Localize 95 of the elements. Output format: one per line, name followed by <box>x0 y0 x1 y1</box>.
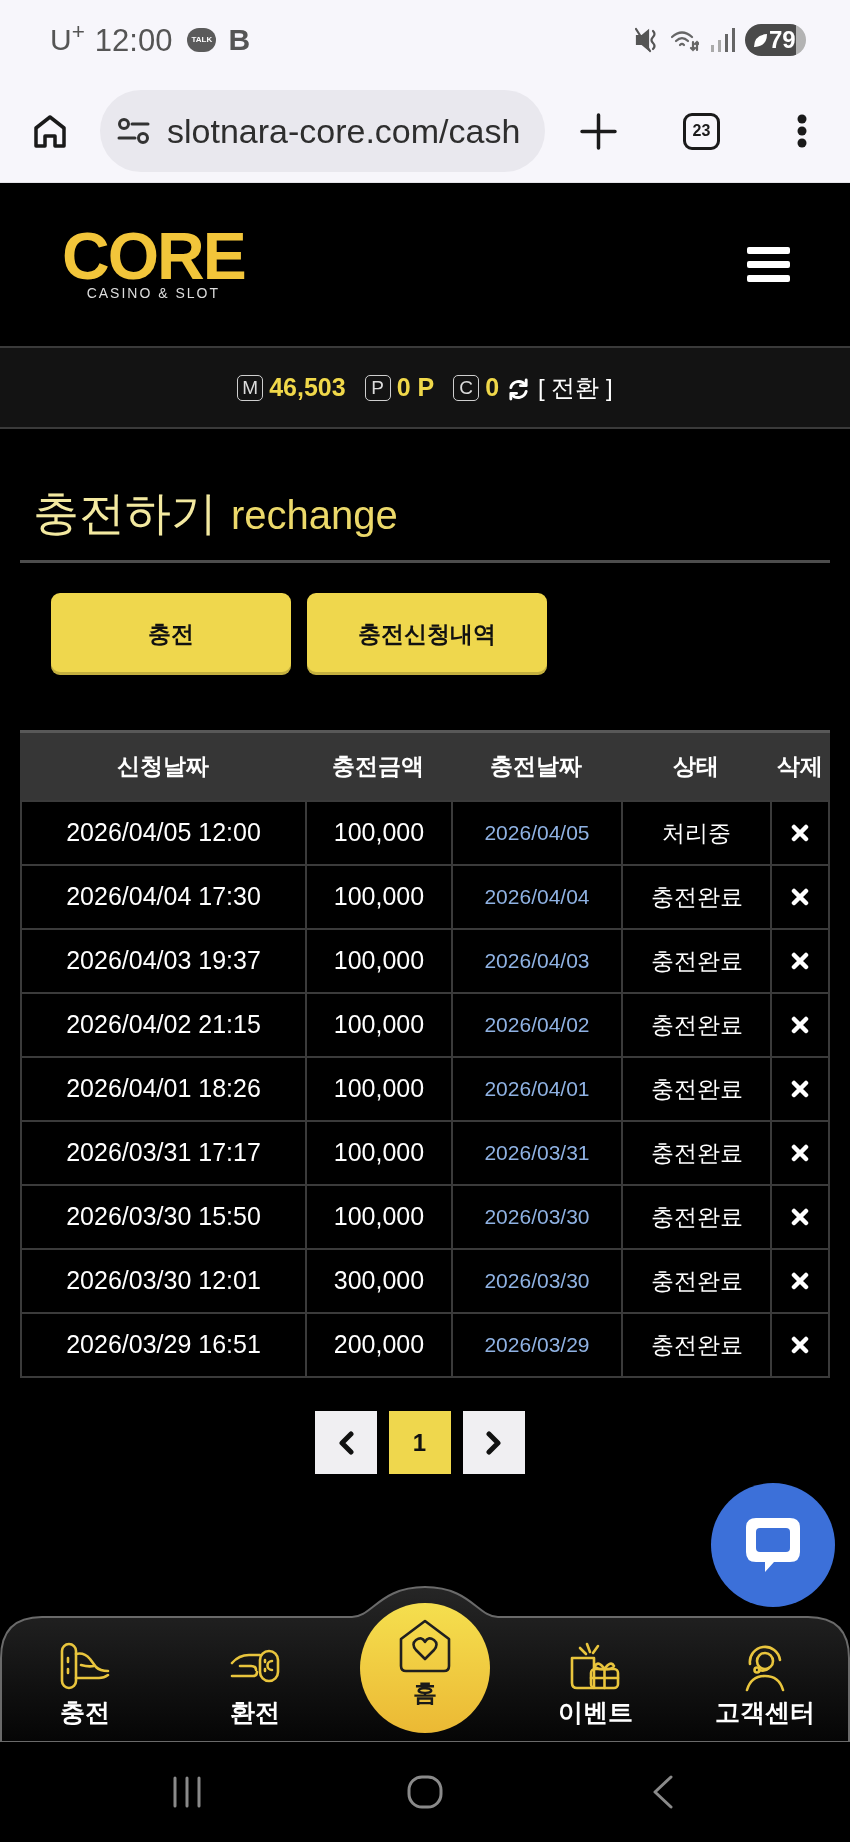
balance-amount: 46,503 <box>269 375 346 400</box>
table-cell: 2026/04/02 <box>453 994 621 1056</box>
balance-amount: 0 P <box>396 375 435 400</box>
talk-badge: TALK <box>187 28 217 52</box>
table-cell: 2026/04/02 21:15 <box>22 994 305 1056</box>
table-cell: 2026/03/30 12:01 <box>22 1250 305 1312</box>
table-cell: 2026/04/04 <box>453 866 621 928</box>
delete-icon[interactable] <box>791 1208 809 1226</box>
table-cell: 2026/03/30 15:50 <box>22 1186 305 1248</box>
chevron-left-icon <box>337 1430 354 1455</box>
delete-icon[interactable] <box>791 952 809 970</box>
table-cell: 2026/04/05 12:00 <box>22 802 305 864</box>
wifi-icon <box>671 28 699 52</box>
table-cell: 충전완료 <box>623 994 770 1056</box>
table-cell: 100,000 <box>307 802 451 864</box>
table-cell: 2026/03/29 16:51 <box>22 1314 305 1376</box>
table-cell: 100,000 <box>307 1122 451 1184</box>
site-settings-icon[interactable] <box>117 118 150 144</box>
previous-page-button[interactable] <box>314 1411 377 1474</box>
delete-icon[interactable] <box>791 1144 809 1162</box>
table-cell: 2026/04/01 18:26 <box>22 1058 305 1120</box>
column-header: 삭제 <box>777 755 823 778</box>
currency-badge: M <box>237 374 264 401</box>
leaf-icon <box>753 32 768 48</box>
table-cell: 충전완료 <box>623 866 770 928</box>
table-cell: 2026/04/04 17:30 <box>22 866 305 928</box>
table-cell: 2026/03/30 <box>453 1186 621 1248</box>
table-cell: 충전완료 <box>623 930 770 992</box>
column-header: 상태 <box>672 755 719 778</box>
logo-tagline: CASINO & SLOT <box>86 286 220 300</box>
system-home-icon[interactable] <box>407 1775 443 1809</box>
address-bar[interactable]: slotnara-core.com/cash <box>100 90 545 172</box>
table-cell: 100,000 <box>307 1186 451 1248</box>
table-cell: 2026/03/31 <box>453 1122 621 1184</box>
convert-link[interactable]: [ 전환 ] <box>538 375 613 400</box>
currency-badge: P <box>364 374 391 401</box>
signal-icon <box>711 28 735 52</box>
page-title: 충전하기 <box>33 486 217 541</box>
more-options-icon[interactable] <box>797 114 807 148</box>
page-button[interactable]: 1 <box>388 1411 451 1474</box>
delete-icon[interactable] <box>791 888 809 906</box>
nav-tab[interactable]: 이벤트 <box>557 1640 633 1742</box>
plus-icon[interactable] <box>580 112 617 150</box>
menu-icon[interactable] <box>747 247 790 282</box>
battery-level: 79 <box>769 28 796 52</box>
table-cell: 200,000 <box>307 1314 451 1376</box>
delete-icon[interactable] <box>791 1272 809 1290</box>
refresh-icon[interactable] <box>507 378 531 401</box>
table-cell: 충전완료 <box>623 1122 770 1184</box>
carrier-label: U$^{+}$ <box>50 25 85 55</box>
table-cell: 100,000 <box>307 994 451 1056</box>
hand-coin-icon <box>59 1641 111 1691</box>
table-cell: 2026/03/29 <box>453 1314 621 1376</box>
tab-button[interactable]: 충전 <box>51 593 291 675</box>
table-cell: 충전완료 <box>623 1314 770 1376</box>
table-cell: 처리중 <box>623 802 770 864</box>
table-cell: 100,000 <box>307 1058 451 1120</box>
balance-amount: 0 <box>485 375 500 400</box>
recent-apps-icon[interactable] <box>171 1776 203 1808</box>
table-cell: 충전완료 <box>623 1058 770 1120</box>
table-cell: 2026/04/03 <box>453 930 621 992</box>
clock-time: 12:00 <box>94 24 173 56</box>
table-cell: 2026/03/30 <box>453 1250 621 1312</box>
nav-tab[interactable]: 고객센터 <box>715 1640 815 1742</box>
nav-tab[interactable]: 충전 <box>59 1640 111 1742</box>
tab-count-button[interactable]: 23 <box>683 112 720 150</box>
chat-bubble-icon <box>744 1516 802 1574</box>
nav-tab[interactable]: 환전 <box>229 1640 281 1742</box>
back-icon[interactable] <box>652 1775 674 1809</box>
tab-button[interactable]: 충전신청내역 <box>307 593 547 675</box>
delete-icon[interactable] <box>791 1016 809 1034</box>
delete-icon[interactable] <box>791 824 809 842</box>
delete-icon[interactable] <box>791 1336 809 1354</box>
table-cell: 충전완료 <box>623 1250 770 1312</box>
chevron-right-icon <box>485 1430 502 1455</box>
table-cell: 충전완료 <box>623 1186 770 1248</box>
table-cell: 2026/04/01 <box>453 1058 621 1120</box>
column-header: 충전날짜 <box>490 755 582 778</box>
logo-wordmark[interactable]: CORE <box>62 229 245 283</box>
table-cell: 2026/03/31 17:17 <box>22 1122 305 1184</box>
column-header: 충전금액 <box>332 755 424 778</box>
home-icon[interactable] <box>33 113 67 149</box>
gift-bag-icon <box>568 1640 622 1692</box>
next-page-button[interactable] <box>462 1411 525 1474</box>
currency-badge: C <box>453 374 480 401</box>
column-header: 신청날짜 <box>116 755 209 778</box>
delete-icon[interactable] <box>791 1080 809 1098</box>
speaker-muted-icon <box>635 27 659 53</box>
table-cell: 2026/04/03 19:37 <box>22 930 305 992</box>
table-cell: 300,000 <box>307 1250 451 1312</box>
table-cell: 100,000 <box>307 930 451 992</box>
notification-letter: B <box>228 25 251 55</box>
page-subtitle: rechange <box>231 492 398 539</box>
table-cell: 2026/04/05 <box>453 802 621 864</box>
table-cell: 100,000 <box>307 866 451 928</box>
